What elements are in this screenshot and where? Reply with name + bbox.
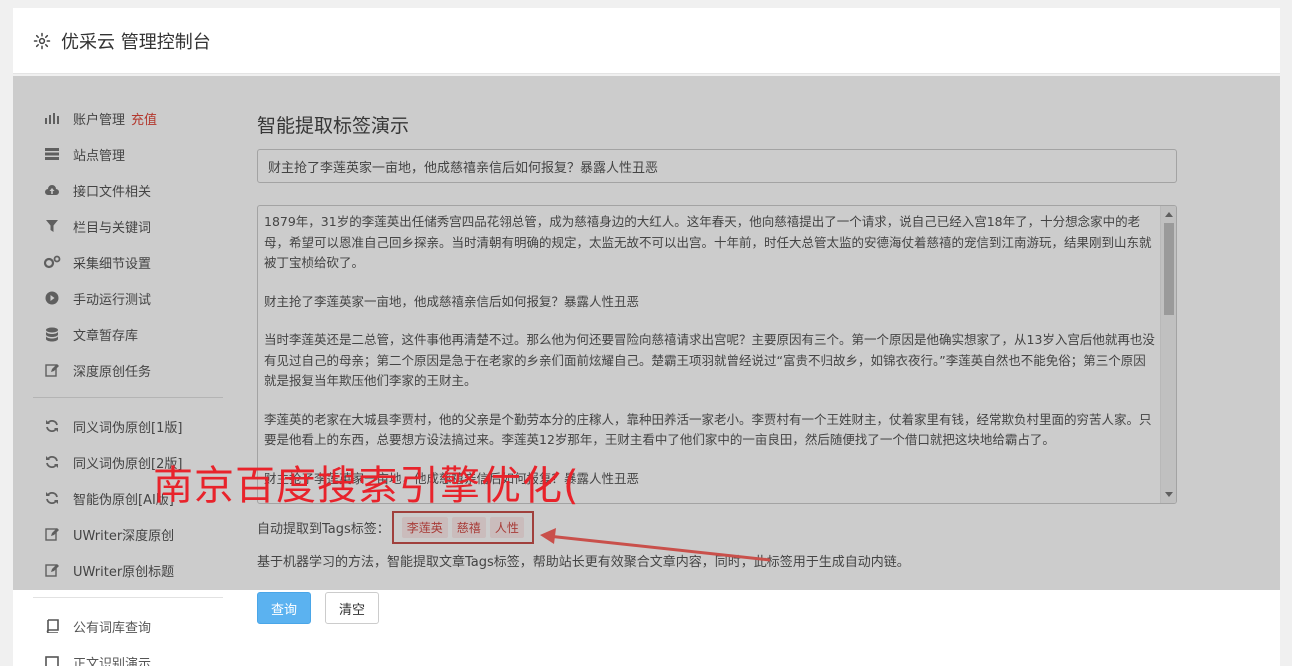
content-paragraph: 1879年，31岁的李莲英出任储秀宫四品花翎总管，成为慈禧身边的大红人。这年春天… [264,214,1152,270]
app-header: 优采云 管理控制台 [13,8,1280,74]
sidebar-item-article-store[interactable]: 文章暂存库 [33,316,223,352]
content-paragraph: 李莲英的老家在大城县李贾村，他的父亲是个勤劳本分的庄稼人，靠种田养活一家老小。李… [264,411,1152,448]
sidebar-item-uwriter-deep[interactable]: UWriter深度原创 [33,516,223,552]
sidebar-item-label: 深度原创任务 [73,364,152,380]
sidebar-divider [33,397,223,398]
gears-icon [43,254,61,270]
clear-button[interactable]: 清空 [325,592,379,624]
sidebar-item-columns-keywords[interactable]: 栏目与关键词 [33,208,223,244]
sidebar-item-sites[interactable]: 站点管理 [33,136,223,172]
edit-icon [43,362,61,378]
server-icon [43,146,61,162]
sidebar-item-label: 正文识别演示 [73,656,152,666]
sidebar-item-label: 手动运行测试 [73,292,152,308]
tags-label: 自动提取到Tags标签： [257,521,390,537]
refresh-icon [43,418,61,434]
tag[interactable]: 李莲英 [401,516,448,538]
sidebar-item-label: UWriter原创标题 [73,564,175,580]
sidebar-item-label: 公有词库查询 [73,620,152,636]
article-title-input[interactable] [257,149,1177,183]
sidebar-item-label: 站点管理 [73,148,126,164]
page-title: 智能提取标签演示 [257,115,410,137]
content-paragraph: 当时李莲英还是二总管，这件事他再清楚不过。那么他为何还要冒险向慈禧请求出宫呢？主… [264,332,1155,388]
sidebar-item-uwriter-title[interactable]: UWriter原创标题 [33,552,223,588]
cloud-upload-icon [43,182,61,198]
window-icon [43,654,61,666]
sidebar: 账户管理 充值 站点管理 接口文件相关 栏目与关键词 采集细节设置 手动运行测试 [33,100,223,666]
play-circle-icon [43,290,61,306]
refresh-icon [43,454,61,470]
sidebar-item-deep-original[interactable]: 深度原创任务 [33,352,223,388]
tags-box: 李莲英 慈禧 人性 [391,510,534,544]
scroll-thumb[interactable] [1164,223,1174,315]
app-title: 优采云 管理控制台 [61,31,211,53]
sidebar-item-label: 接口文件相关 [73,184,152,200]
feature-description: 基于机器学习的方法，智能提取文章Tags标签，帮助站长更有效聚合文章内容，同时，… [257,555,910,570]
tag[interactable]: 人性 [489,516,524,538]
sidebar-divider [33,597,223,598]
sidebar-item-collect-settings[interactable]: 采集细节设置 [33,244,223,280]
sidebar-item-api-files[interactable]: 接口文件相关 [33,172,223,208]
sidebar-item-account[interactable]: 账户管理 充值 [33,100,223,136]
sidebar-item-label: 文章暂存库 [73,328,139,344]
bar-chart-icon [43,110,61,126]
content-scrollbar[interactable] [1160,206,1176,503]
scroll-down-icon[interactable] [1165,492,1173,497]
gear-icon [33,32,51,49]
watermark-text: 南京百度搜索引擎优化( [153,463,580,509]
edit-icon [43,562,61,578]
sidebar-item-manual-run[interactable]: 手动运行测试 [33,280,223,316]
sidebar-item-label: 栏目与关键词 [73,220,152,236]
book-icon [43,618,61,634]
sidebar-item-text-recognition[interactable]: 正文识别演示 [33,644,223,666]
sidebar-item-label: 采集细节设置 [73,256,152,272]
query-button[interactable]: 查询 [257,592,311,624]
refresh-icon [43,490,61,506]
sidebar-item-label: 同义词伪原创[1版] [73,420,183,436]
main-content: 智能提取标签演示 1879年，31岁的李莲英出任储秀宫四品花翎总管，成为慈禧身边… [257,100,1177,624]
sidebar-item-label: 账户管理 [73,112,126,128]
recharge-badge[interactable]: 充值 [131,109,157,128]
sidebar-item-synonym-v1[interactable]: 同义词伪原创[1版] [33,408,223,444]
scroll-up-icon[interactable] [1165,212,1173,217]
filter-icon [43,218,61,234]
content-paragraph: 财主抢了李莲英家一亩地，他成慈禧亲信后如何报复？暴露人性丑恶 [264,293,640,309]
sidebar-item-public-lexicon[interactable]: 公有词库查询 [33,608,223,644]
database-icon [43,326,61,342]
tag[interactable]: 慈禧 [451,516,486,538]
edit-icon [43,526,61,542]
sidebar-item-label: UWriter深度原创 [73,528,175,544]
tags-row: 自动提取到Tags标签： 李莲英 慈禧 人性 [257,510,534,544]
